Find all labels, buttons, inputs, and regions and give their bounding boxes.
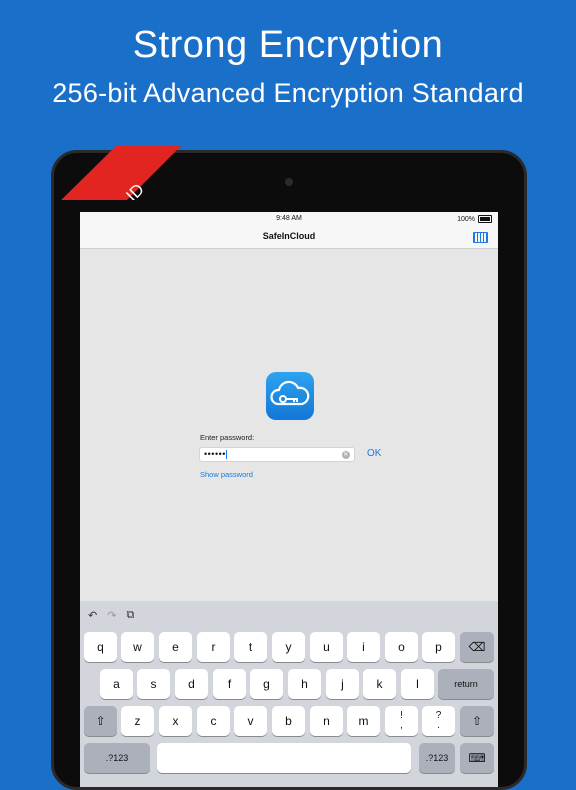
key-t[interactable]: t	[234, 632, 267, 662]
key-i[interactable]: i	[347, 632, 380, 662]
navigation-bar: SafeInCloud	[80, 226, 498, 249]
return-key[interactable]: return	[438, 669, 494, 699]
ipad-device-frame: 9:48 AM 100% SafeInCloud Enter password:…	[51, 150, 527, 790]
status-time: 9:48 AM	[276, 215, 302, 222]
delete-key[interactable]: ⌫	[460, 632, 494, 662]
show-password-link[interactable]: Show password	[200, 470, 253, 479]
key-q[interactable]: q	[84, 632, 117, 662]
key-g[interactable]: g	[250, 669, 283, 699]
key-exclam-comma[interactable]: ! ,	[385, 706, 418, 736]
device-screen: 9:48 AM 100% SafeInCloud Enter password:…	[80, 212, 498, 787]
shift-key-right[interactable]: ⇧	[460, 706, 494, 736]
key-u[interactable]: u	[310, 632, 343, 662]
key-a[interactable]: a	[100, 669, 133, 699]
shift-key-left[interactable]: ⇧	[84, 706, 117, 736]
key-l[interactable]: l	[401, 669, 434, 699]
touch-id-ribbon: Touch ID	[61, 146, 181, 200]
delete-icon: ⌫	[468, 640, 486, 654]
ok-button[interactable]: OK	[367, 448, 381, 459]
key-period-bottom: .	[437, 720, 440, 731]
touch-id-badge: Touch ID	[0, 0, 200, 200]
keyboard-icon[interactable]	[473, 232, 488, 243]
password-label: Enter password:	[200, 433, 255, 442]
clear-icon[interactable]: ✕	[342, 451, 350, 459]
camera-dot	[285, 178, 293, 186]
battery-percent: 100%	[457, 215, 475, 223]
battery-indicator: 100%	[457, 215, 492, 223]
key-e[interactable]: e	[159, 632, 192, 662]
key-k[interactable]: k	[363, 669, 396, 699]
hide-keyboard-key[interactable]: ⌨	[460, 743, 494, 773]
key-o[interactable]: o	[385, 632, 418, 662]
key-f[interactable]: f	[213, 669, 246, 699]
paste-icon[interactable]: ⧉	[126, 609, 134, 622]
key-exclam-top: !	[400, 710, 403, 721]
key-y[interactable]: y	[272, 632, 305, 662]
key-h[interactable]: h	[288, 669, 321, 699]
shift-icon: ⇧	[471, 714, 483, 728]
key-question-top: ?	[435, 710, 442, 721]
password-field[interactable]: •••••• ✕	[199, 447, 355, 462]
key-p[interactable]: p	[422, 632, 455, 662]
key-z[interactable]: z	[121, 706, 154, 736]
app-title: SafeInCloud	[262, 231, 316, 241]
space-bar[interactable]	[157, 743, 411, 773]
redo-icon[interactable]: ↷	[107, 609, 116, 622]
key-j[interactable]: j	[326, 669, 359, 699]
key-m[interactable]: m	[347, 706, 380, 736]
key-question-period[interactable]: ? .	[422, 706, 455, 736]
undo-icon[interactable]: ↶	[88, 609, 97, 622]
key-b[interactable]: b	[272, 706, 305, 736]
keyboard-toolbar: ↶ ↷ ⧉	[88, 609, 134, 622]
on-screen-keyboard: ↶ ↷ ⧉ q w e r t y u i o p ⌫ a s d f g h …	[80, 601, 498, 787]
battery-icon	[478, 215, 492, 223]
shift-icon: ⇧	[95, 714, 106, 728]
key-v[interactable]: v	[234, 706, 267, 736]
key-comma-bottom: ,	[400, 720, 403, 731]
key-x[interactable]: x	[159, 706, 192, 736]
keyboard-icon: ⌨	[468, 751, 486, 765]
key-c[interactable]: c	[197, 706, 230, 736]
status-bar: 9:48 AM 100%	[80, 212, 498, 226]
password-value: ••••••	[204, 449, 226, 459]
text-cursor	[225, 450, 227, 460]
cloud-key-icon	[266, 372, 314, 420]
key-s[interactable]: s	[137, 669, 170, 699]
numbers-key-right[interactable]: .?123	[419, 743, 455, 773]
key-w[interactable]: w	[121, 632, 154, 662]
key-n[interactable]: n	[310, 706, 343, 736]
key-d[interactable]: d	[175, 669, 208, 699]
key-r[interactable]: r	[197, 632, 230, 662]
numbers-key-left[interactable]: .?123	[84, 743, 150, 773]
